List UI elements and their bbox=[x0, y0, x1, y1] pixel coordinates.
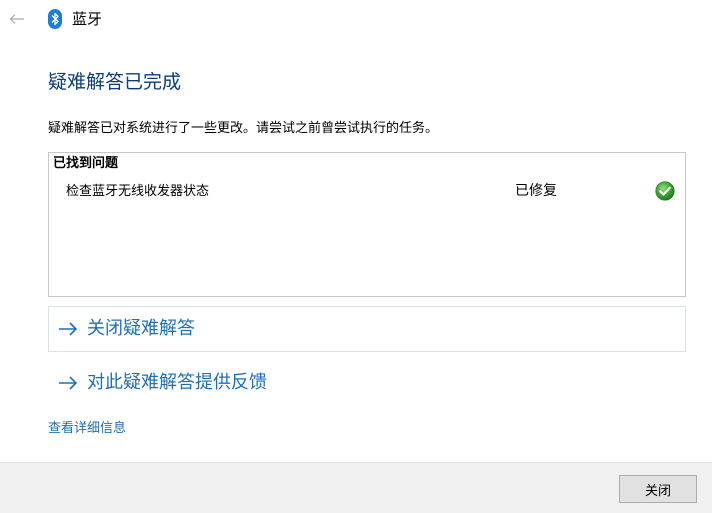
view-details-link[interactable]: 查看详细信息 bbox=[48, 420, 126, 438]
problem-row: 检查蓝牙无线收发器状态 已修复 bbox=[49, 181, 685, 203]
back-button[interactable] bbox=[6, 8, 28, 30]
check-circle-icon bbox=[655, 181, 675, 201]
feedback-link[interactable]: 对此疑难解答提供反馈 bbox=[48, 360, 686, 406]
close-troubleshooter-link[interactable]: 关闭疑难解答 bbox=[48, 306, 686, 352]
description-text: 疑难解答已对系统进行了一些更改。请尝试之前曾尝试执行的任务。 bbox=[48, 121, 439, 136]
arrow-right-icon bbox=[59, 376, 78, 390]
page-title: 疑难解答已完成 bbox=[48, 71, 182, 93]
troubleshooter-window: 蓝牙 疑难解答已完成 疑难解答已对系统进行了一些更改。请尝试之前曾尝试执行的任务… bbox=[0, 0, 712, 513]
close-button[interactable]: 关闭 bbox=[619, 475, 697, 503]
problems-header: 已找到问题 bbox=[53, 156, 119, 171]
back-arrow-icon bbox=[9, 14, 24, 24]
arrow-right-icon bbox=[59, 322, 78, 336]
problem-status: 已修复 bbox=[515, 183, 557, 199]
footer-bar: 关闭 bbox=[0, 462, 712, 513]
bluetooth-icon bbox=[48, 9, 62, 29]
problems-list: 已找到问题 检查蓝牙无线收发器状态 已修复 bbox=[48, 152, 686, 297]
feedback-label: 对此疑难解答提供反馈 bbox=[87, 372, 267, 393]
title-bar: 蓝牙 bbox=[0, 0, 712, 38]
problem-name: 检查蓝牙无线收发器状态 bbox=[66, 184, 210, 199]
close-troubleshooter-label: 关闭疑难解答 bbox=[87, 318, 195, 339]
app-title: 蓝牙 bbox=[72, 10, 103, 28]
